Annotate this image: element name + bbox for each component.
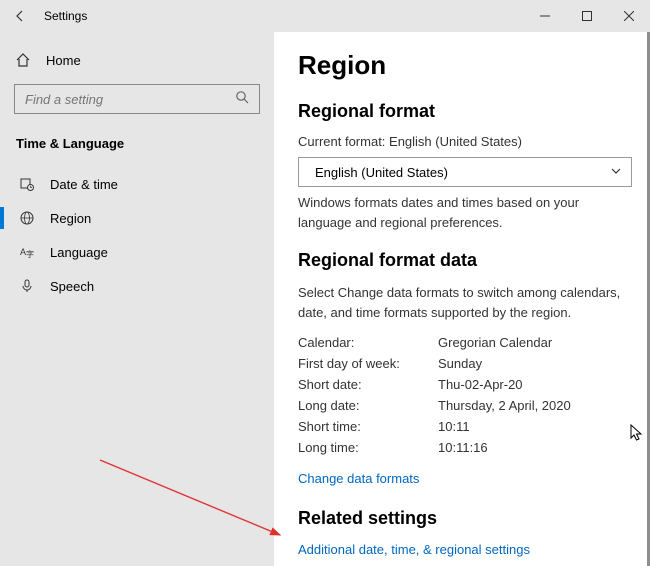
format-dropdown[interactable]: English (United States) bbox=[298, 157, 632, 187]
format-row: Long date:Thursday, 2 April, 2020 bbox=[298, 395, 632, 416]
minimize-button[interactable] bbox=[524, 0, 566, 32]
search-box[interactable] bbox=[14, 84, 260, 114]
format-key: Long date: bbox=[298, 398, 438, 413]
regional-format-heading: Regional format bbox=[298, 101, 632, 122]
sidebar-item-date-time[interactable]: Date & time bbox=[14, 167, 260, 201]
format-data-grid: Calendar:Gregorian Calendar First day of… bbox=[298, 332, 632, 458]
window-controls bbox=[524, 0, 650, 32]
format-row: Long time:10:11:16 bbox=[298, 437, 632, 458]
microphone-icon bbox=[18, 278, 36, 294]
format-value: Sunday bbox=[438, 356, 632, 371]
language-icon: A字 bbox=[18, 244, 36, 260]
close-button[interactable] bbox=[608, 0, 650, 32]
titlebar: Settings bbox=[0, 0, 650, 32]
section-header: Time & Language bbox=[14, 136, 260, 151]
back-button[interactable] bbox=[6, 2, 34, 30]
sidebar: Home Time & Language Date & time Region … bbox=[0, 32, 274, 566]
cursor-icon bbox=[630, 424, 644, 442]
globe-icon bbox=[18, 210, 36, 226]
additional-settings-link[interactable]: Additional date, time, & regional settin… bbox=[298, 542, 530, 557]
format-row: Calendar:Gregorian Calendar bbox=[298, 332, 632, 353]
format-data-heading: Regional format data bbox=[298, 250, 632, 271]
related-settings-heading: Related settings bbox=[298, 508, 632, 529]
format-key: First day of week: bbox=[298, 356, 438, 371]
format-row: Short time:10:11 bbox=[298, 416, 632, 437]
content-container: Home Time & Language Date & time Region … bbox=[0, 32, 650, 566]
current-format-label: Current format: English (United States) bbox=[298, 134, 632, 149]
format-data-description: Select Change data formats to switch amo… bbox=[298, 283, 632, 322]
titlebar-left: Settings bbox=[0, 2, 87, 30]
change-data-formats-link[interactable]: Change data formats bbox=[298, 471, 419, 486]
format-value: 10:11:16 bbox=[438, 440, 632, 455]
format-value: Thu-02-Apr-20 bbox=[438, 377, 632, 392]
maximize-button[interactable] bbox=[566, 0, 608, 32]
format-value: 10:11 bbox=[438, 419, 632, 434]
dropdown-value: English (United States) bbox=[309, 165, 448, 180]
svg-text:字: 字 bbox=[26, 249, 34, 259]
format-key: Calendar: bbox=[298, 335, 438, 350]
sidebar-item-label: Date & time bbox=[50, 177, 118, 192]
search-input[interactable] bbox=[25, 92, 235, 107]
sidebar-item-label: Language bbox=[50, 245, 108, 260]
chevron-down-icon bbox=[611, 166, 621, 179]
sidebar-item-region[interactable]: Region bbox=[14, 201, 260, 235]
sidebar-item-label: Region bbox=[50, 211, 91, 226]
page-title: Region bbox=[298, 50, 632, 81]
home-nav[interactable]: Home bbox=[14, 50, 260, 70]
format-key: Long time: bbox=[298, 440, 438, 455]
format-row: Short date:Thu-02-Apr-20 bbox=[298, 374, 632, 395]
format-value: Thursday, 2 April, 2020 bbox=[438, 398, 632, 413]
home-label: Home bbox=[46, 53, 81, 68]
window-title: Settings bbox=[44, 9, 87, 23]
calendar-clock-icon bbox=[18, 176, 36, 192]
format-key: Short time: bbox=[298, 419, 438, 434]
home-icon bbox=[14, 52, 32, 68]
format-value: Gregorian Calendar bbox=[438, 335, 632, 350]
format-row: First day of week:Sunday bbox=[298, 353, 632, 374]
sidebar-item-language[interactable]: A字 Language bbox=[14, 235, 260, 269]
main-content: Region Regional format Current format: E… bbox=[274, 32, 650, 566]
sidebar-item-label: Speech bbox=[50, 279, 94, 294]
format-key: Short date: bbox=[298, 377, 438, 392]
sidebar-item-speech[interactable]: Speech bbox=[14, 269, 260, 303]
format-description: Windows formats dates and times based on… bbox=[298, 193, 632, 232]
search-icon bbox=[235, 90, 249, 109]
